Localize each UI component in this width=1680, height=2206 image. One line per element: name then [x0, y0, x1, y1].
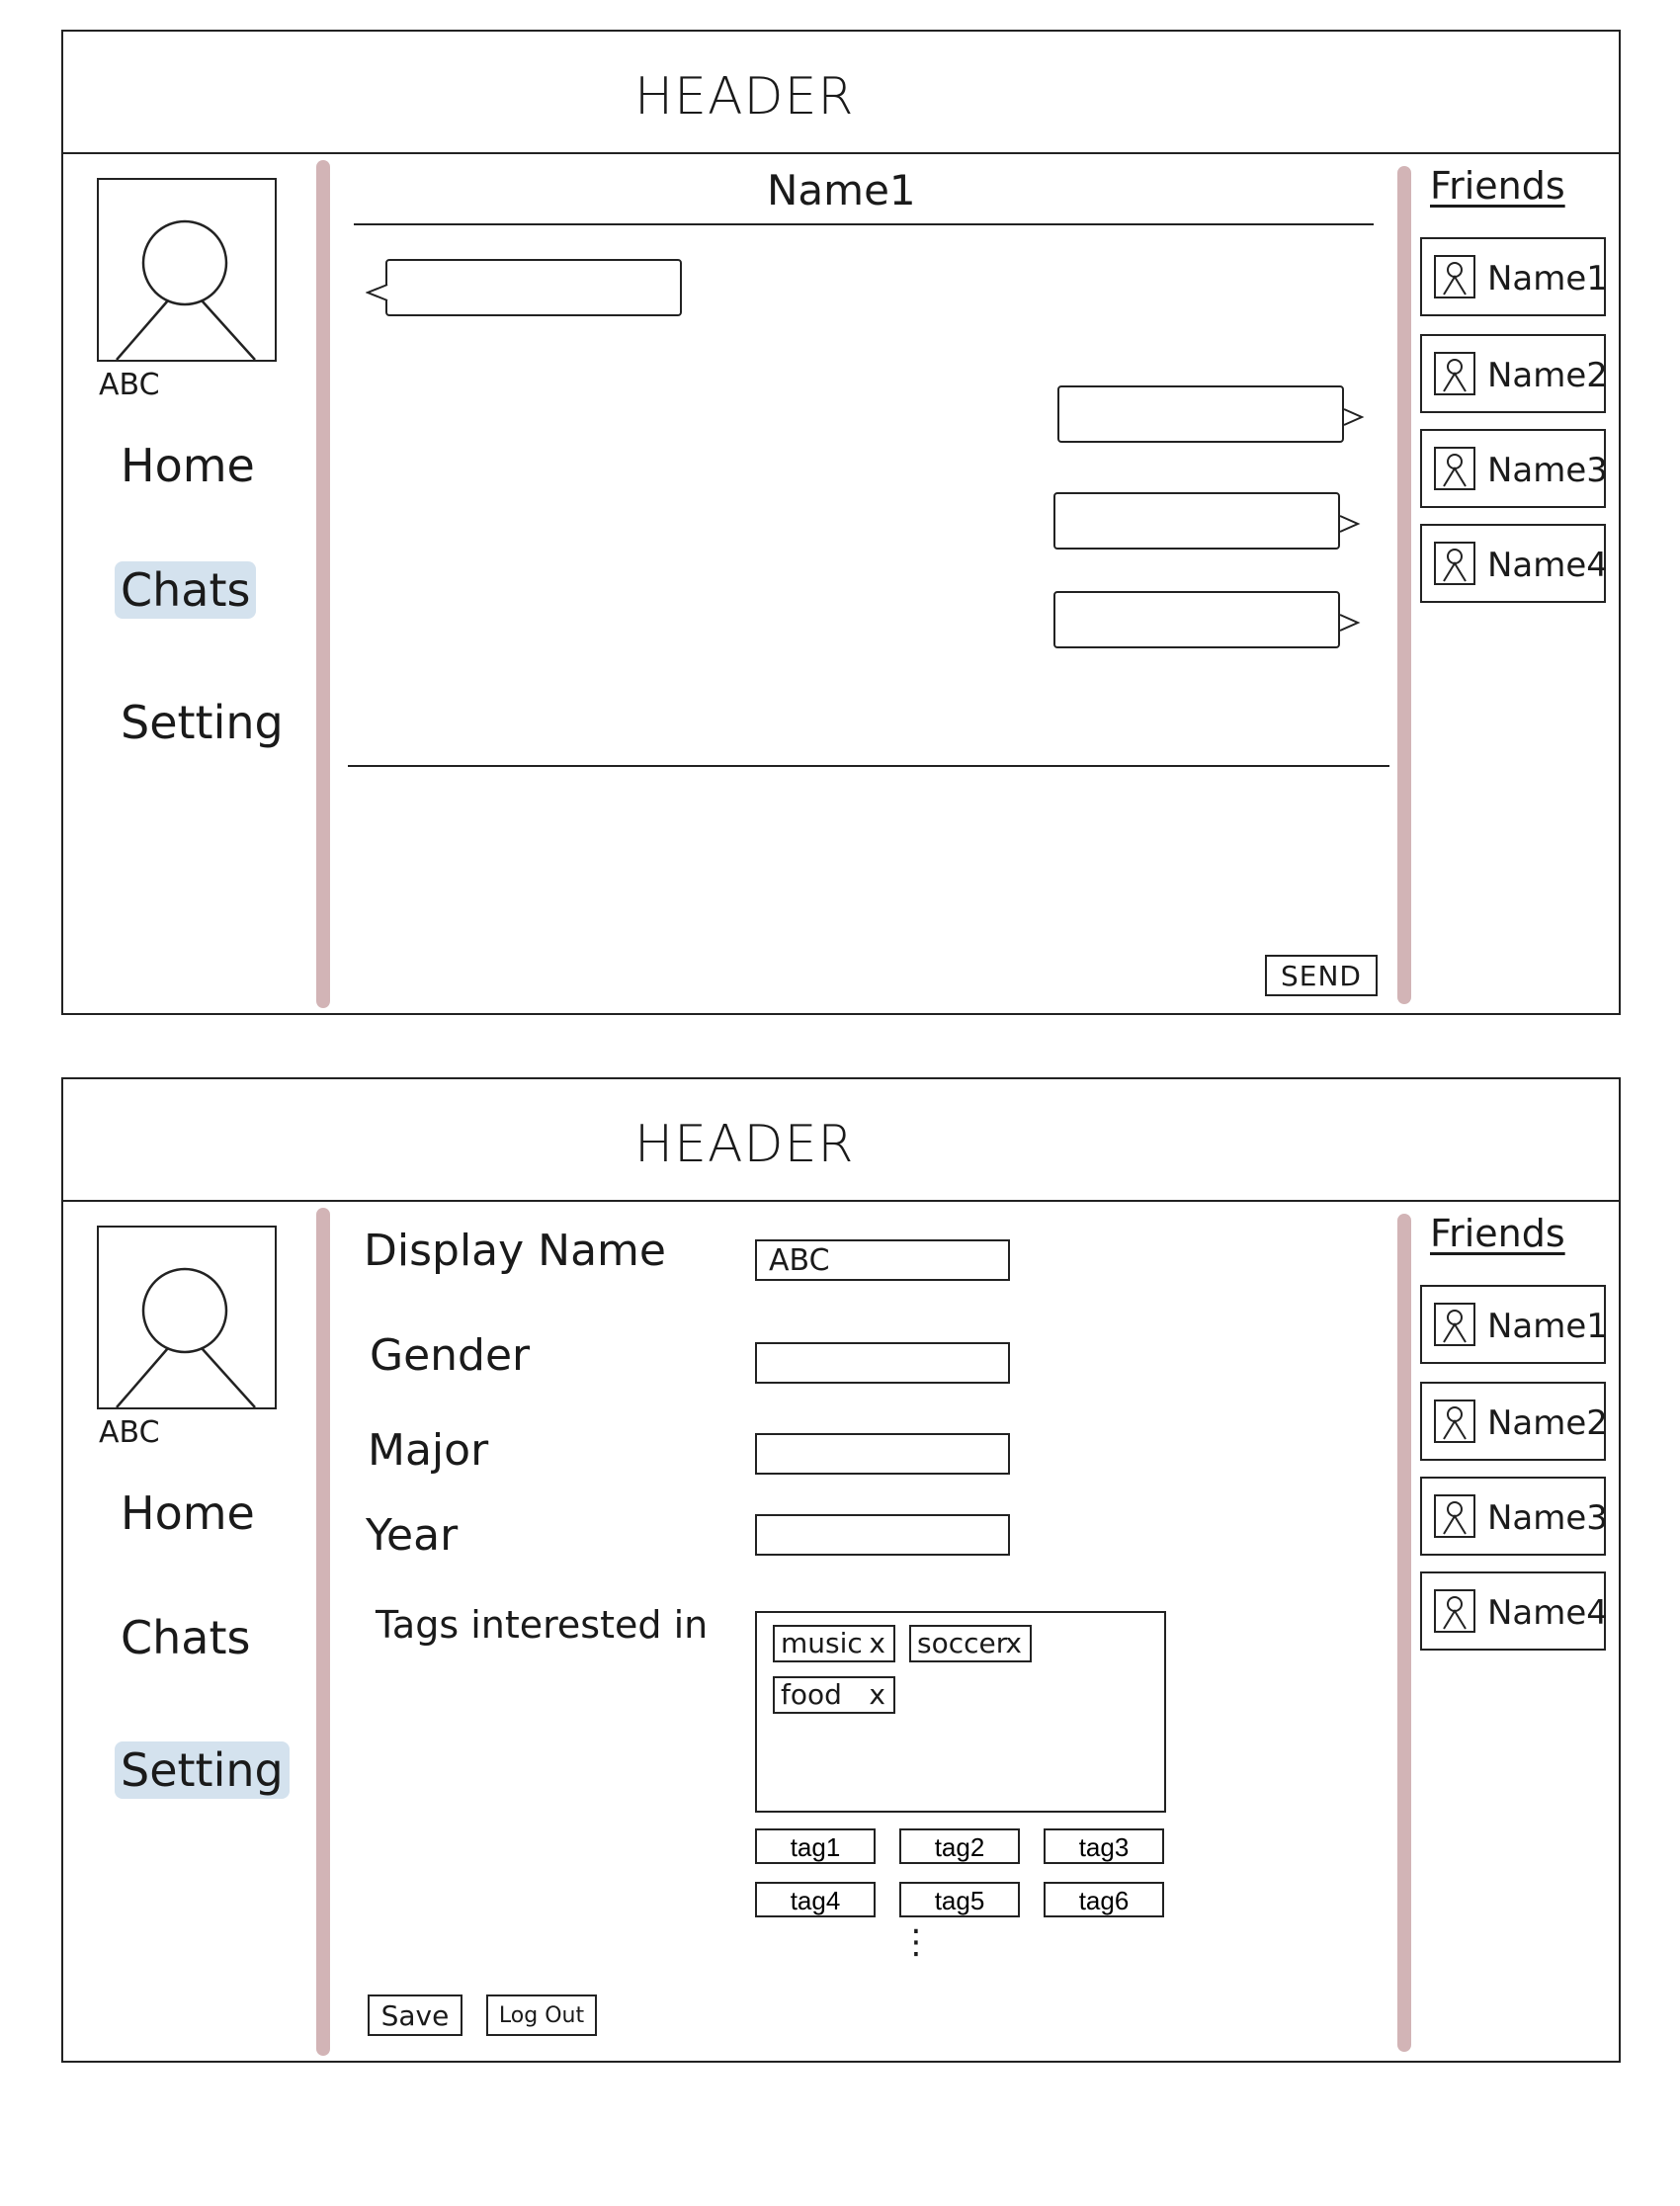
friend-name: Name2 — [1487, 1403, 1608, 1443]
message-composer[interactable] — [350, 769, 1387, 967]
year-label: Year — [366, 1510, 459, 1561]
chat-screen-frame: HEADER ABC Home Chats Setting Name1 SEND… — [61, 30, 1621, 1015]
year-field[interactable] — [755, 1514, 1010, 1556]
avatar-person-icon — [116, 1267, 256, 1408]
incoming-message-bubble — [385, 259, 682, 316]
friend-avatar-icon — [1434, 447, 1475, 490]
friend-name: Name4 — [1487, 546, 1608, 585]
chat-title-underline — [354, 223, 1374, 225]
avatar-person-icon — [116, 219, 256, 361]
gender-field[interactable] — [755, 1342, 1010, 1384]
settings-screen-frame: HEADER ABC Home Chats Setting Display Na… — [61, 1077, 1621, 2063]
friend-name: Name2 — [1487, 356, 1608, 395]
friend-avatar-icon — [1434, 1494, 1475, 1538]
header: HEADER — [63, 32, 1619, 154]
friend-item[interactable]: Name2 — [1420, 1382, 1608, 1461]
selected-tags-box[interactable]: music x soccer x food x — [755, 1611, 1166, 1813]
profile-avatar[interactable] — [97, 1226, 277, 1409]
friend-item[interactable]: Name4 — [1420, 524, 1608, 603]
chat-title: Name1 — [767, 166, 916, 214]
tags-label: Tags interested in — [376, 1603, 709, 1647]
outgoing-bubble-tail — [1339, 515, 1361, 533]
friend-name: Name1 — [1487, 259, 1608, 298]
nav-home[interactable]: Home — [115, 437, 261, 494]
friend-avatar-icon — [1434, 1303, 1475, 1346]
tag-chip: soccer x — [909, 1625, 1032, 1662]
send-button[interactable]: SEND — [1265, 955, 1378, 996]
major-label: Major — [368, 1425, 489, 1476]
nav-chats[interactable]: Chats — [115, 1609, 256, 1666]
save-button[interactable]: Save — [368, 1994, 462, 2036]
tag-option-button[interactable]: tag6 — [1044, 1882, 1164, 1917]
user-name: ABC — [99, 1415, 160, 1450]
header-title: HEADER — [634, 1115, 855, 1174]
sidebar: ABC Home Chats Setting — [63, 1200, 312, 2061]
header-title: HEADER — [634, 67, 855, 127]
logout-button[interactable]: Log Out — [486, 1994, 597, 2036]
nav-setting[interactable]: Setting — [115, 1741, 290, 1799]
friend-item[interactable]: Name2 — [1420, 334, 1608, 413]
tag-option-button[interactable]: tag5 — [899, 1882, 1020, 1917]
friend-item[interactable]: Name3 — [1420, 429, 1608, 508]
tag-option-button[interactable]: tag3 — [1044, 1828, 1164, 1864]
friend-name: Name3 — [1487, 451, 1608, 490]
right-divider — [1397, 166, 1411, 1004]
remove-tag-icon[interactable]: x — [1005, 1627, 1022, 1660]
sidebar: ABC Home Chats Setting — [63, 152, 312, 1013]
major-field[interactable] — [755, 1433, 1010, 1475]
outgoing-message-bubble — [1057, 385, 1344, 443]
friend-avatar-icon — [1434, 1400, 1475, 1443]
tag-option-button[interactable]: tag1 — [755, 1828, 876, 1864]
tag-chip: music x — [773, 1625, 895, 1662]
display-name-field[interactable] — [755, 1239, 1010, 1281]
friends-title: Friends — [1430, 164, 1565, 208]
friend-avatar-icon — [1434, 352, 1475, 395]
friend-item[interactable]: Name1 — [1420, 237, 1608, 316]
friend-name: Name3 — [1487, 1498, 1608, 1538]
outgoing-bubble-tail — [1343, 408, 1365, 426]
nav-setting[interactable]: Setting — [115, 694, 290, 751]
friend-avatar-icon — [1434, 255, 1475, 298]
incoming-bubble-tail — [366, 284, 388, 301]
nav-home[interactable]: Home — [115, 1485, 261, 1542]
friends-panel: Friends Name1 Name2 Name3 Name4 — [1420, 152, 1623, 1013]
more-tags-indicator: ⋮ — [899, 1922, 933, 1962]
nav-chats[interactable]: Chats — [115, 561, 257, 619]
friend-avatar-icon — [1434, 542, 1475, 585]
friends-panel: Friends Name1 Name2 Name3 Name4 — [1420, 1200, 1623, 2061]
friend-name: Name1 — [1487, 1307, 1608, 1346]
tag-chip: food x — [773, 1676, 895, 1714]
tag-chip-label: food — [781, 1678, 842, 1711]
user-name: ABC — [99, 368, 160, 402]
profile-avatar[interactable] — [97, 178, 277, 362]
friend-item[interactable]: Name1 — [1420, 1285, 1608, 1364]
composer-divider — [348, 765, 1389, 767]
outgoing-message-bubble — [1053, 492, 1340, 550]
display-name-label: Display Name — [364, 1226, 666, 1276]
right-divider — [1397, 1214, 1411, 2052]
left-divider — [316, 1208, 330, 2056]
friend-avatar-icon — [1434, 1589, 1475, 1633]
tag-chip-label: music — [781, 1627, 863, 1659]
outgoing-message-bubble — [1053, 591, 1340, 648]
gender-label: Gender — [370, 1330, 531, 1381]
header: HEADER — [63, 1079, 1619, 1202]
outgoing-bubble-tail — [1339, 614, 1361, 632]
remove-tag-icon[interactable]: x — [869, 1678, 885, 1712]
friend-item[interactable]: Name3 — [1420, 1477, 1608, 1556]
friend-item[interactable]: Name4 — [1420, 1571, 1608, 1651]
friends-title: Friends — [1430, 1212, 1565, 1255]
friend-name: Name4 — [1487, 1593, 1608, 1633]
remove-tag-icon[interactable]: x — [869, 1627, 885, 1660]
tag-option-button[interactable]: tag4 — [755, 1882, 876, 1917]
tag-option-button[interactable]: tag2 — [899, 1828, 1020, 1864]
tag-chip-label: soccer — [917, 1627, 1008, 1659]
left-divider — [316, 160, 330, 1008]
